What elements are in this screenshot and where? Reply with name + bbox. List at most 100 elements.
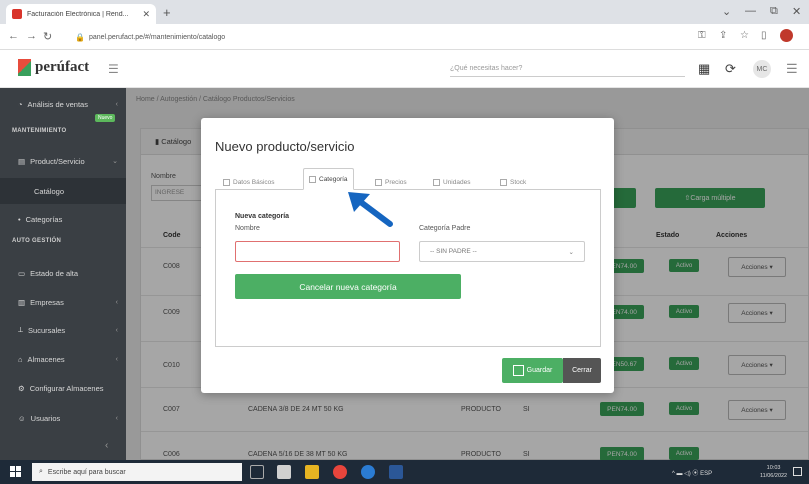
word-icon[interactable]: [389, 465, 403, 479]
avatar[interactable]: MC: [753, 60, 771, 78]
options-menu-icon[interactable]: ☰: [786, 61, 798, 77]
chevron-left-icon: ‹: [115, 414, 118, 422]
edge-icon[interactable]: [361, 465, 375, 479]
tray-language[interactable]: ^ ▬ ◁) ⦿ ESP: [672, 468, 712, 477]
url-text: panel.perufact.pe/#/mantenimiento/catalo…: [88, 33, 226, 41]
chrome-icon[interactable]: [333, 465, 347, 479]
key-icon[interactable]: ⚿: [698, 30, 706, 41]
sidebar-item-catalogo[interactable]: Catálogo: [0, 178, 126, 204]
chevron-left-icon: ‹: [115, 298, 118, 306]
sidebar-item-empresas[interactable]: ▥ Empresas ‹: [0, 289, 126, 315]
new-product-modal: Nuevo producto/servicio Datos Básicos Ca…: [201, 118, 614, 393]
save-button[interactable]: Guardar: [502, 358, 563, 383]
tab-close-icon[interactable]: ✕: [142, 9, 150, 20]
notification-icon[interactable]: [793, 467, 802, 476]
branch-icon: ⟂: [18, 325, 24, 334]
sidebar-item-estado[interactable]: ▭ Estado de alta: [0, 260, 126, 286]
modal-title: Nuevo producto/servicio: [215, 139, 355, 154]
star-icon[interactable]: ☆: [740, 30, 749, 41]
share-icon[interactable]: ⇪: [719, 30, 727, 41]
url-field[interactable]: 🔒 panel.perufact.pe/#/mantenimiento/cata…: [75, 28, 675, 46]
logo-mark-icon: [18, 59, 31, 76]
chevron-left-icon: ‹: [115, 326, 118, 334]
profile-icon[interactable]: [780, 29, 793, 42]
tab-label: Stock: [510, 178, 527, 186]
tab-datos-basicos[interactable]: Datos Básicos: [223, 174, 275, 190]
search-icon: ⌕: [39, 468, 43, 475]
sidebar-item-label: Usuarios: [30, 413, 61, 423]
nueva-categoria-heading: Nueva categoría: [235, 213, 290, 220]
taskbar-search-input[interactable]: ⌕ Escribe aquí para buscar: [32, 463, 242, 481]
lock-icon: 🔒: [75, 32, 85, 42]
taskbar-clock[interactable]: 10:03 11/06/2022: [760, 464, 787, 480]
back-icon[interactable]: ←: [8, 30, 19, 42]
menu-icon[interactable]: ☰: [108, 62, 119, 76]
chevron-left-icon: ‹: [115, 355, 118, 363]
sidebar-item-usuarios[interactable]: ☺ Usuarios ‹: [0, 405, 126, 431]
file-explorer-icon[interactable]: [305, 465, 319, 479]
cancel-new-category-button[interactable]: Cancelar nueva categoría: [235, 274, 461, 299]
categoria-padre-select[interactable]: -- SIN PADRE -- ⌄: [419, 241, 585, 262]
tab-stock[interactable]: Stock: [500, 174, 526, 190]
taskbar-search-text: Escribe aquí para buscar: [47, 468, 126, 476]
category-name-input[interactable]: [235, 241, 400, 262]
tab-checkbox-icon: [375, 178, 382, 186]
sidepanel-icon[interactable]: ▯: [761, 30, 767, 41]
refresh-icon[interactable]: ⟳: [725, 61, 736, 77]
window-close-icon[interactable]: ✕: [792, 5, 801, 18]
sidebar-item-config-almacenes[interactable]: ⚙ Configurar Almacenes: [0, 375, 126, 401]
sidebar-item-producto[interactable]: ▤ Product/Servicio ⌄: [0, 148, 126, 174]
sidebar-item-label: Almacenes: [27, 354, 65, 364]
sidebar: ◔ Análisis de ventas ‹ Nuevo MANTENIMIEN…: [0, 88, 126, 460]
task-view-icon[interactable]: [250, 465, 264, 479]
new-tab-icon[interactable]: +: [163, 5, 171, 20]
nombre-label: Nombre: [235, 225, 260, 232]
annotation-arrow-icon: [348, 192, 393, 227]
chart-icon: ◔: [18, 99, 23, 109]
tray-lang-text: ESP: [700, 471, 713, 477]
tab-checkbox-icon: [223, 178, 230, 186]
warehouse-icon: ⌂: [18, 354, 23, 364]
sidebar-item-label: Catálogo: [34, 186, 65, 196]
close-button[interactable]: Cerrar: [563, 358, 601, 383]
global-search-input[interactable]: ¿Qué necesitas hacer?: [450, 60, 685, 77]
clock-date: 11/06/2022: [760, 473, 788, 479]
tab-search-icon[interactable]: ⌄: [722, 5, 731, 18]
tab-precios[interactable]: Precios: [375, 174, 407, 190]
chevron-left-icon: ‹: [115, 100, 118, 108]
browser-tab[interactable]: Facturación Electrónica | Rend... ✕: [6, 4, 156, 24]
sidebar-item-sucursales[interactable]: ⟂ Sucursales ‹: [0, 317, 126, 343]
qr-icon[interactable]: ▦: [698, 61, 710, 77]
tab-unidades[interactable]: Unidades: [433, 174, 470, 190]
forward-icon[interactable]: →: [26, 30, 37, 42]
new-badge: Nuevo: [95, 114, 116, 122]
users-icon: ☺: [18, 413, 26, 423]
tab-checkbox-icon: [309, 175, 316, 183]
categoria-padre-label: Categoría Padre: [419, 225, 471, 232]
tab-categoria[interactable]: Categoría: [303, 168, 354, 190]
address-bar: ← → ↻ 🔒 panel.perufact.pe/#/mantenimient…: [0, 24, 809, 50]
window-maximize-icon[interactable]: ⧉: [770, 5, 778, 18]
section-autogestion: AUTO GESTIÓN: [12, 238, 62, 244]
sidebar-item-label: Estado de alta: [30, 268, 79, 278]
collapse-sidebar-icon[interactable]: ‹: [105, 440, 108, 451]
building-icon: ▥: [18, 297, 26, 307]
box-icon: ▤: [18, 156, 26, 166]
tab-checkbox-icon: [500, 178, 507, 186]
tab-checkbox-icon: [433, 178, 440, 186]
sidebar-item-label: Product/Servicio: [30, 156, 85, 166]
window-minimize-icon[interactable]: —: [745, 5, 756, 17]
logo[interactable]: perúfact: [18, 59, 89, 76]
windows-start-icon[interactable]: [10, 466, 21, 477]
store-icon[interactable]: [277, 465, 291, 479]
reload-icon[interactable]: ↻: [43, 30, 52, 43]
sidebar-item-almacenes[interactable]: ⌂ Almacenes ‹: [0, 346, 126, 372]
tab-label: Categoría: [319, 175, 348, 183]
sidebar-item-label: Sucursales: [28, 325, 66, 335]
tab-title: Facturación Electrónica | Rend...: [27, 10, 129, 18]
tab-label: Datos Básicos: [233, 178, 275, 186]
chevron-down-icon: ⌄: [568, 248, 574, 256]
app-header: perúfact ☰ ¿Qué necesitas hacer? ▦ ⟳ MC …: [0, 50, 809, 88]
logo-text: perúfact: [35, 59, 90, 75]
sidebar-item-categorias[interactable]: • Categorías: [0, 206, 126, 232]
